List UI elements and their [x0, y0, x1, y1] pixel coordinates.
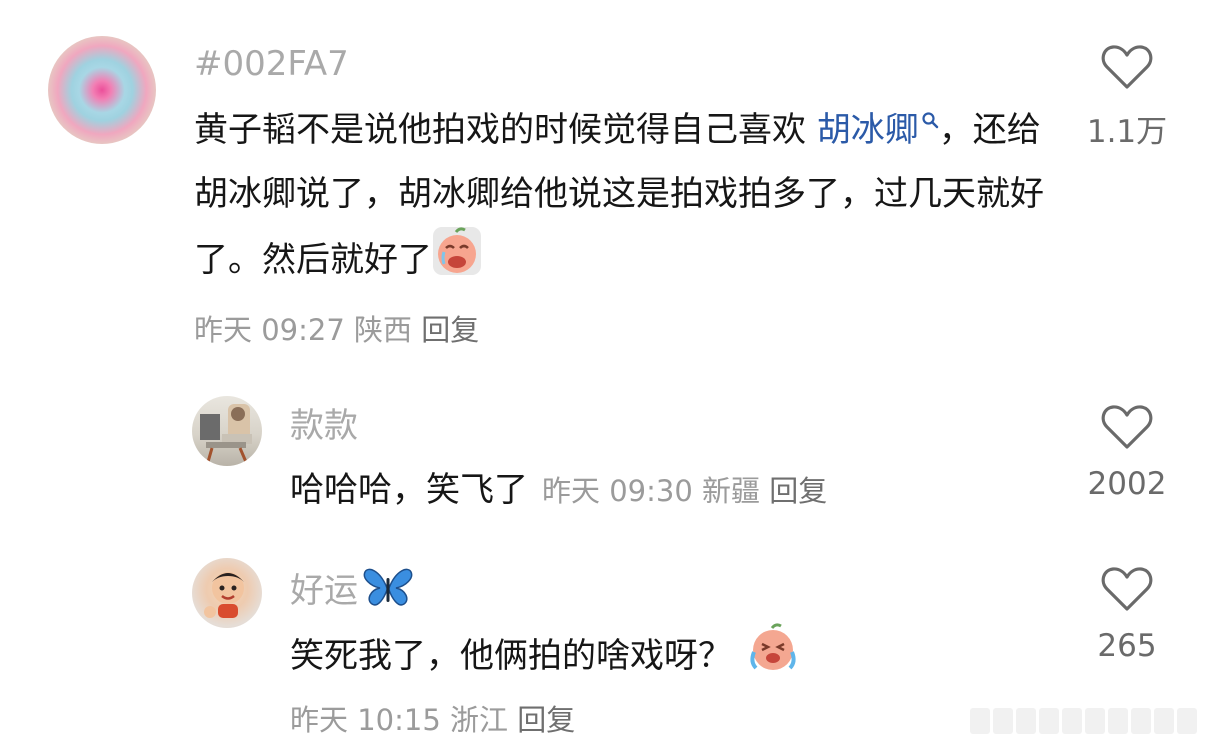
watermark-block: [993, 708, 1013, 734]
comment-meta: 昨天 09:27 陕西 回复: [194, 312, 479, 348]
mention-link[interactable]: 胡冰卿: [817, 110, 939, 150]
avatar-photo: [204, 572, 244, 618]
avatar[interactable]: [48, 36, 156, 144]
comment-text[interactable]: 笑死我了，他俩拍的啥戏呀？: [290, 622, 800, 693]
avatar[interactable]: [192, 396, 262, 466]
username[interactable]: 好运: [290, 566, 414, 619]
comment-text[interactable]: 黄子韬不是说他拍戏的时候觉得自己喜欢 胡冰卿 ，还给胡冰卿说了，胡冰卿给他说这是拍…: [194, 98, 1054, 297]
watermark-strip: [970, 708, 1197, 734]
avatar[interactable]: [192, 558, 262, 628]
timestamp: 昨天 09:30: [542, 474, 693, 508]
location: 新疆: [702, 474, 761, 508]
username-label: 好运: [290, 571, 358, 611]
comment-text-part: 哈哈哈，笑飞了: [290, 470, 528, 510]
timestamp: 昨天 10:15: [290, 703, 441, 737]
search-icon: [922, 112, 939, 128]
watermark-block: [1177, 708, 1197, 734]
comment-text-part: 黄子韬不是说他拍戏的时候觉得自己喜欢: [194, 110, 817, 150]
like-count: 1.1万: [1086, 114, 1168, 150]
location: 浙江: [450, 703, 509, 737]
username[interactable]: 款款: [290, 406, 358, 446]
watermark-block: [970, 708, 990, 734]
watermark-block: [1108, 708, 1128, 734]
watermark-block: [1131, 708, 1151, 734]
watermark-block: [1154, 708, 1174, 734]
username[interactable]: #002FA7: [194, 44, 349, 84]
reply-button[interactable]: 回复: [517, 703, 575, 737]
like-count: 265: [1097, 628, 1157, 664]
comment-meta: 昨天 10:15 浙江 回复: [290, 702, 575, 738]
heart-icon: [1101, 567, 1153, 611]
location: 陕西: [354, 313, 413, 347]
heart-icon: [1101, 45, 1153, 89]
heart-icon: [1101, 405, 1153, 449]
reply-button[interactable]: 回复: [421, 313, 479, 347]
timestamp: 昨天 09:27: [194, 313, 345, 347]
comment-text[interactable]: 哈哈哈，笑飞了 昨天 09:30 新疆 回复: [290, 458, 827, 523]
comment-text-part: 笑死我了，他俩拍的啥戏呀？: [290, 636, 732, 676]
laughing-crying-face-emoji: [746, 622, 800, 693]
watermark-block: [1062, 708, 1082, 734]
avatar-photo: [200, 404, 252, 463]
like-button[interactable]: 2002: [1072, 404, 1182, 502]
butterfly-emoji: [362, 566, 414, 619]
comment-meta: 昨天 09:30 新疆 回复: [542, 474, 827, 508]
like-button[interactable]: 265: [1072, 566, 1182, 664]
watermark-block: [1016, 708, 1036, 734]
crying-face-emoji: [432, 226, 482, 297]
watermark-block: [1039, 708, 1059, 734]
mention-label: 胡冰卿: [816, 110, 919, 150]
watermark-block: [1085, 708, 1105, 734]
like-button[interactable]: 1.1万: [1072, 44, 1182, 151]
like-count: 2002: [1087, 466, 1167, 502]
reply-button[interactable]: 回复: [769, 474, 827, 508]
